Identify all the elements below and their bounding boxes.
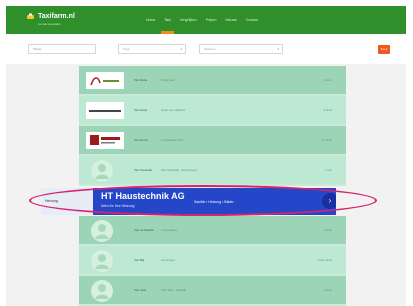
nav-item-vergelijken[interactable]: Vergelijken: [180, 6, 197, 34]
company-location: Leeuwarden: [161, 228, 178, 232]
company-name[interactable]: Taxi Hoek: [134, 108, 147, 112]
search-button[interactable]: Zoek: [378, 45, 390, 54]
taxi-count: Geen taxis: [317, 258, 332, 262]
taxi-count: 2 taxis: [323, 228, 332, 232]
company-name[interactable]: Taxi Jelle: [134, 288, 146, 292]
advertisement-banner[interactable]: Heizung HT Haustechnik AG Alles für Ihre…: [41, 188, 336, 215]
nav-item-contact[interactable]: Contact: [246, 6, 258, 34]
company-location: Rotterdam: [161, 78, 176, 82]
page-frame: Taxifarm.nl uw taxi specialist Home Taxi…: [6, 6, 406, 306]
filter-bar: Plaats Type ▾ Sorteren ▾ Zoek: [6, 34, 406, 64]
company-location: Groningen: [161, 258, 176, 262]
list-item[interactable]: Taxi Westwijk Taxi Westwijk - Amstelveen…: [79, 156, 346, 186]
ad-next-arrow-icon[interactable]: ›: [322, 193, 336, 209]
nav-item-prijzen[interactable]: Prijzen: [206, 6, 217, 34]
company-logo: [86, 72, 124, 89]
nav-item-home[interactable]: Home: [146, 6, 155, 34]
company-name[interactable]: Taxi Rotte: [134, 78, 147, 82]
taxi-count: 1 taxi: [324, 168, 332, 172]
ad-text: Sanitär • Heizung • Bäder: [194, 200, 234, 204]
company-logo: [86, 132, 124, 149]
location-placeholder: Plaats: [33, 47, 42, 51]
company-name[interactable]: Taxi de Baarde: [134, 228, 154, 232]
list-item[interactable]: Taxi Hoek Hoek van Holland 3 taxis: [79, 96, 346, 126]
taxi-count: 4 taxis: [323, 288, 332, 292]
taxi-list: Taxi Rotte Rotterdam 5 taxis Taxi Hoek H…: [79, 66, 346, 306]
ad-side-label: Heizung: [41, 188, 93, 215]
sort-placeholder: Sorteren: [204, 47, 216, 51]
list-item[interactable]: Taxi de Baarde Leeuwarden 2 taxis: [79, 216, 346, 246]
nav-item-taxi[interactable]: Taxi: [161, 6, 174, 34]
taxi-count: 5 taxis: [323, 78, 332, 82]
company-logo: [86, 102, 124, 119]
type-select[interactable]: Type ▾: [118, 44, 186, 54]
taxi-count: 3 taxis: [323, 108, 332, 112]
sort-select[interactable]: Sorteren ▾: [199, 44, 283, 54]
avatar-placeholder-icon: [91, 279, 113, 303]
list-item[interactable]: Taxi Jelle Taxi Jelle - Rijswijk 4 taxis: [79, 276, 346, 306]
avatar-placeholder-icon: [91, 249, 113, 273]
taxi-logo-icon: [26, 12, 35, 21]
location-select[interactable]: Plaats: [28, 44, 96, 54]
nav-item-nieuws[interactable]: Nieuws: [225, 6, 236, 34]
company-location: Amsterdam Zuid: [161, 138, 184, 142]
taxi-count: 12 taxis: [321, 138, 332, 142]
company-location: Taxi Westwijk - Amstelveen: [161, 168, 198, 172]
site-logo[interactable]: Taxifarm.nl uw taxi specialist: [26, 12, 75, 26]
company-location: Taxi Jelle - Rijswijk: [161, 288, 187, 292]
chevron-down-icon: ▾: [180, 47, 182, 51]
company-location: Hoek van Holland: [161, 108, 185, 112]
company-name[interactable]: Taxi Westwijk: [134, 168, 152, 172]
list-item[interactable]: Taxi Rozet Amsterdam Zuid 12 taxis: [79, 126, 346, 156]
list-item[interactable]: Taxi Bijl Groningen Geen taxis: [79, 246, 346, 276]
company-name[interactable]: Taxi Bijl: [134, 258, 144, 262]
avatar-placeholder-icon: [91, 219, 113, 243]
company-name[interactable]: Taxi Rozet: [134, 138, 148, 142]
logo-tagline: uw taxi specialist: [38, 22, 61, 26]
type-placeholder: Type: [123, 47, 130, 51]
ad-subtitle: Alles für Ihre Heizung: [101, 204, 135, 208]
logo-text: Taxifarm.nl: [38, 12, 75, 20]
chevron-down-icon: ▾: [277, 47, 279, 51]
main-nav: Home Taxi Vergelijken Prijzen Nieuws Con…: [146, 6, 258, 34]
avatar-placeholder-icon: [91, 159, 113, 183]
ad-title[interactable]: HT Haustechnik AG: [101, 191, 185, 201]
list-item[interactable]: Taxi Rotte Rotterdam 5 taxis: [79, 66, 346, 96]
top-navbar: Taxifarm.nl uw taxi specialist Home Taxi…: [6, 6, 406, 34]
